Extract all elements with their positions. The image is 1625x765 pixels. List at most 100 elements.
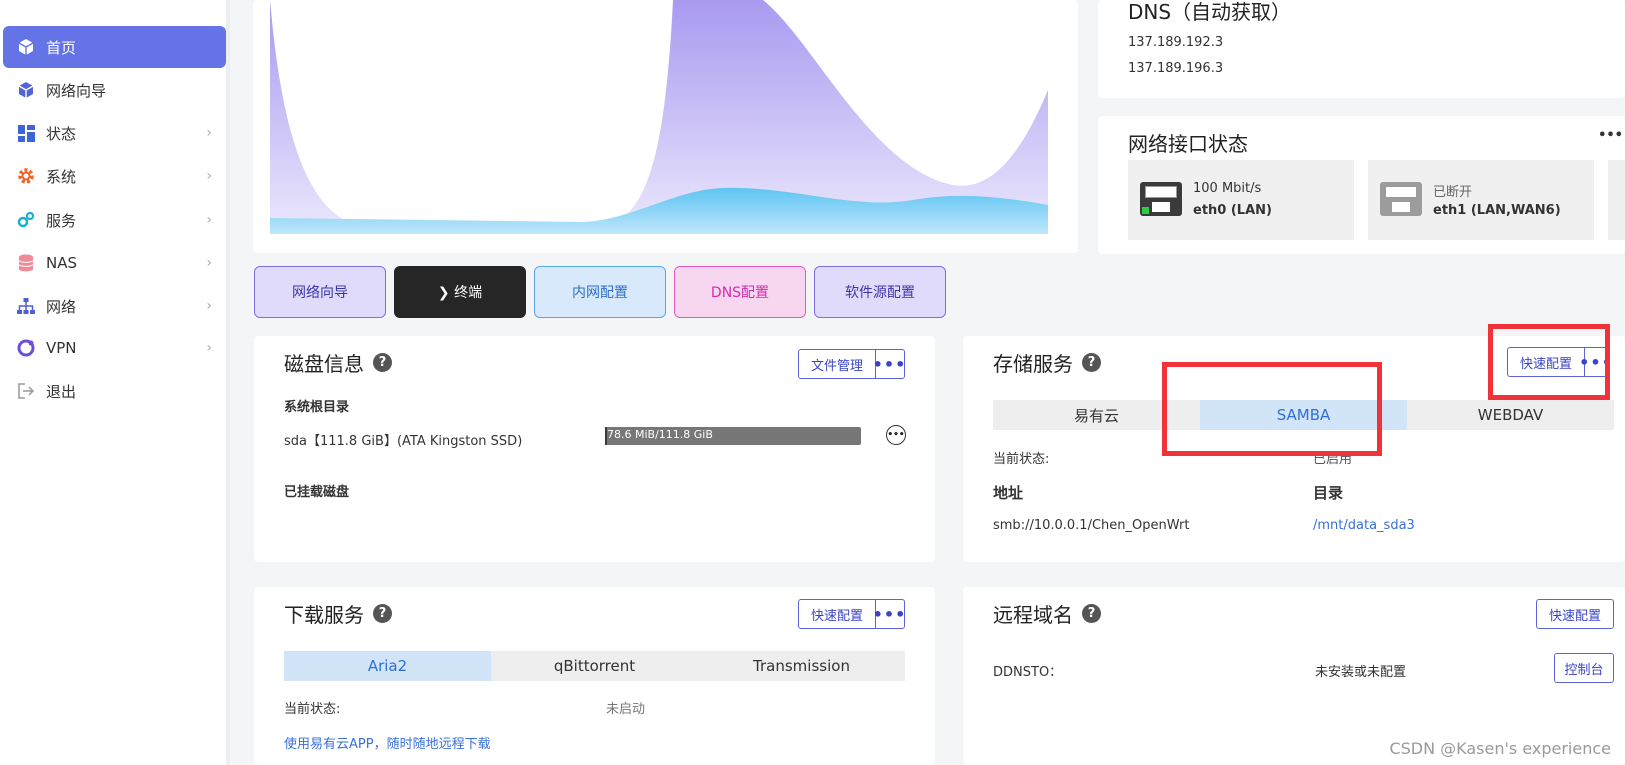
disk-usage-text: 78.6 MiB/111.8 GiB [607, 428, 713, 441]
download-more-button[interactable]: ••• [873, 599, 905, 629]
terminal-button[interactable]: ❯ 终端 [394, 266, 526, 318]
interface-name: eth1 (LAN,WAN6) [1433, 203, 1561, 218]
sidebar-item-services[interactable]: 服务 › [3, 199, 226, 241]
download-status-value: 未启动 [606, 702, 646, 717]
sidebar-item-label: 系统 [46, 167, 77, 186]
highlight-box-samba [1162, 362, 1382, 456]
address-label: 地址 [993, 484, 1024, 502]
disk-options-icon[interactable]: ••• [886, 425, 906, 445]
software-source-button[interactable]: 软件源配置 [814, 266, 946, 318]
storage-title: 存储服务 ? [993, 348, 1101, 377]
chevron-right-icon: › [206, 255, 212, 271]
root-dir-label: 系统根目录 [284, 400, 350, 415]
download-title: 下载服务 ? [284, 599, 392, 628]
file-manager-button[interactable]: 文件管理 [798, 349, 876, 379]
sidebar-item-label: 状态 [46, 124, 77, 143]
tab-transmission[interactable]: Transmission [698, 651, 905, 681]
disk-name: sda【111.8 GiB】(ATA Kingston SSD) [284, 434, 523, 449]
help-icon[interactable]: ? [373, 353, 392, 372]
interface-status: 已断开 [1433, 185, 1473, 200]
disk-title: 磁盘信息 ? [284, 348, 392, 377]
interfaces-card: 网络接口状态 ••• 100 Mbit/s eth0 (LAN) 已断开 eth… [1098, 116, 1625, 254]
database-icon [16, 253, 36, 273]
gears-icon [16, 210, 36, 230]
samba-directory-link[interactable]: /mnt/data_sda3 [1313, 518, 1415, 533]
remote-title: 远程域名 ? [993, 599, 1101, 628]
sidebar: 首页 网络向导 状态 › 系统 › 服务 › NAS › 网络 › VPN › … [0, 0, 230, 765]
highlight-box-quick-config [1488, 324, 1610, 400]
gear-icon [16, 166, 36, 186]
download-tabs: Aria2 qBittorrent Transmission [284, 651, 905, 681]
network-wizard-button[interactable]: 网络向导 [254, 266, 386, 318]
watermark: CSDN @Kasen's experience [1389, 739, 1611, 758]
dns-title: DNS（自动获取） [1128, 0, 1292, 24]
sidebar-item-network[interactable]: 网络 › [3, 285, 226, 327]
traffic-chart [270, 0, 1048, 234]
sidebar-item-vpn[interactable]: VPN › [3, 327, 226, 369]
interface-name: eth0 (LAN) [1193, 203, 1272, 218]
sidebar-item-nas[interactable]: NAS › [3, 242, 226, 284]
sidebar-item-label: 服务 [46, 211, 77, 230]
sidebar-item-label: 网络 [46, 297, 77, 316]
sidebar-item-network-wizard[interactable]: 网络向导 [3, 69, 226, 111]
disk-usage-bar: 78.6 MiB/111.8 GiB [605, 427, 861, 445]
sidebar-item-status[interactable]: 状态 › [3, 112, 226, 154]
tab-aria2[interactable]: Aria2 [284, 651, 491, 681]
sidebar-item-label: 首页 [46, 38, 77, 57]
more-icon[interactable]: ••• [1598, 128, 1623, 143]
dns-server: 137.189.192.3 [1128, 35, 1224, 50]
tab-qbittorrent[interactable]: qBittorrent [491, 651, 698, 681]
sitemap-icon [16, 296, 36, 316]
interface-item-partial [1608, 160, 1625, 240]
ethernet-port-icon [1140, 182, 1182, 216]
samba-address: smb://10.0.0.1/Chen_OpenWrt [993, 518, 1190, 533]
chevron-right-icon: › [206, 298, 212, 314]
sidebar-item-label: NAS [46, 254, 78, 272]
console-button[interactable]: 控制台 [1554, 653, 1614, 683]
storage-status-label: 当前状态: [993, 452, 1050, 467]
ddnsto-status: 未安装或未配置 [1315, 665, 1407, 680]
chevron-right-icon: › [206, 340, 212, 356]
sidebar-item-label: VPN [46, 339, 77, 357]
download-title-text: 下载服务 [284, 603, 364, 627]
ethernet-port-icon [1380, 182, 1422, 216]
remote-quick-config-button[interactable]: 快速配置 [1536, 599, 1614, 629]
interface-speed: 100 Mbit/s [1193, 181, 1262, 196]
remote-title-text: 远程域名 [993, 603, 1073, 627]
lan-config-button[interactable]: 内网配置 [534, 266, 666, 318]
download-service-card: 下载服务 ? 快速配置 ••• Aria2 qBittorrent Transm… [254, 587, 935, 765]
tab-webdav[interactable]: WEBDAV [1407, 400, 1614, 430]
dots: ••• [887, 430, 905, 440]
chevron-right-icon: › [206, 212, 212, 228]
vpn-icon [16, 338, 36, 358]
dns-config-button[interactable]: DNS配置 [674, 266, 806, 318]
download-quick-config-button[interactable]: 快速配置 [798, 599, 876, 629]
sidebar-item-label: 网络向导 [46, 81, 107, 100]
interfaces-title: 网络接口状态 [1128, 132, 1248, 156]
sidebar-item-home[interactable]: 首页 [3, 26, 226, 68]
sidebar-item-system[interactable]: 系统 › [3, 155, 226, 197]
download-status-label: 当前状态: [284, 702, 341, 717]
traffic-chart-card [253, 0, 1078, 253]
storage-title-text: 存储服务 [993, 352, 1073, 376]
disk-title-text: 磁盘信息 [284, 352, 364, 376]
sidebar-item-label: 退出 [46, 382, 77, 401]
dns-card: DNS（自动获取） 137.189.192.3 137.189.196.3 [1098, 0, 1625, 98]
dashboard-icon [16, 123, 36, 143]
directory-label: 目录 [1313, 484, 1344, 502]
cube-icon [16, 37, 36, 57]
remote-download-link[interactable]: 使用易有云APP，随时随地远程下载 [284, 733, 491, 752]
help-icon[interactable]: ? [1082, 353, 1101, 372]
help-icon[interactable]: ? [373, 604, 392, 623]
logout-icon [16, 381, 36, 401]
chevron-right-icon: › [206, 168, 212, 184]
cube-icon [16, 80, 36, 100]
chevron-right-icon: › [206, 125, 212, 141]
mounted-disks-label: 已挂载磁盘 [284, 485, 350, 500]
ddnsto-label: DDNSTO： [993, 665, 1063, 680]
interface-item[interactable]: 已断开 eth1 (LAN,WAN6) [1368, 160, 1594, 240]
sidebar-item-logout[interactable]: 退出 [3, 370, 226, 412]
help-icon[interactable]: ? [1082, 604, 1101, 623]
disk-more-button[interactable]: ••• [873, 349, 905, 379]
interface-item[interactable]: 100 Mbit/s eth0 (LAN) [1128, 160, 1354, 240]
